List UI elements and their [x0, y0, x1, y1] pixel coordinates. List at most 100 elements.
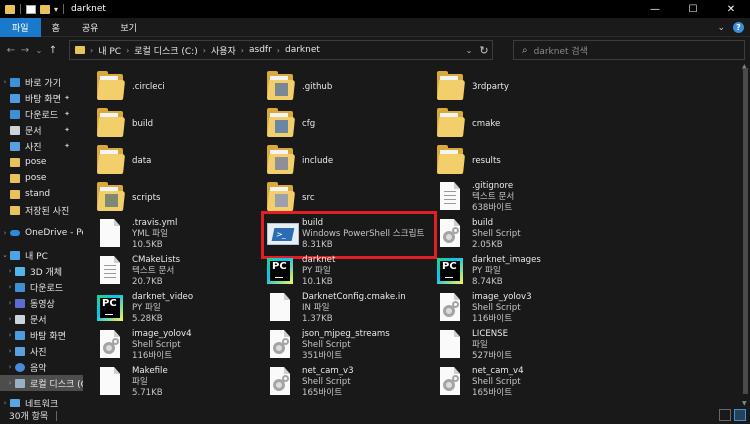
- customize-toolbar-icon[interactable]: ▾: [54, 5, 58, 14]
- sidebar-item-documents[interactable]: 문서 ✦: [0, 122, 83, 138]
- file-item[interactable]: image_yolov3 Shell Script 116바이트: [427, 291, 597, 327]
- file-item[interactable]: results: [427, 143, 597, 179]
- file-item[interactable]: CMakeLists 텍스트 문서 20.7KB: [87, 254, 257, 290]
- scroll-down-icon[interactable]: ▼: [742, 400, 747, 407]
- sidebar-item-local-disk[interactable]: › 로컬 디스크 (C:): [0, 375, 83, 391]
- file-item[interactable]: >_ build Windows PowerShell 스크립트 8.31KB: [257, 217, 427, 253]
- file-item[interactable]: cfg: [257, 106, 427, 142]
- expand-ribbon-icon[interactable]: ⌄: [717, 23, 725, 33]
- file-item[interactable]: scripts: [87, 180, 257, 216]
- view-toggle: [719, 409, 746, 421]
- file-type: 파일: [472, 340, 488, 350]
- file-item[interactable]: Makefile 파일 5.71KB: [87, 365, 257, 401]
- close-button[interactable]: ✕: [712, 0, 750, 18]
- sidebar-item-3d-objects[interactable]: › 3D 개체: [0, 263, 83, 279]
- tab-file[interactable]: 파일: [0, 17, 41, 37]
- sidebar-item-videos[interactable]: › 동영상: [0, 295, 83, 311]
- sidebar-item-music[interactable]: › 음악: [0, 359, 83, 375]
- chevron-right-icon[interactable]: ›: [5, 299, 15, 307]
- tab-view[interactable]: 보기: [109, 18, 148, 37]
- chevron-right-icon[interactable]: ›: [5, 315, 15, 323]
- breadcrumb-separator[interactable]: ›: [126, 46, 129, 55]
- sidebar-item-onedrive[interactable]: › OneDrive - Personal: [0, 225, 83, 241]
- breadcrumb-item[interactable]: 내 PC: [98, 44, 121, 57]
- details-view-button[interactable]: [719, 409, 731, 421]
- file-item[interactable]: net_cam_v4 Shell Script 165바이트: [427, 365, 597, 401]
- sidebar-item-downloads-pc[interactable]: › 다운로드: [0, 279, 83, 295]
- file-item[interactable]: .circleci: [87, 69, 257, 105]
- sidebar-item-pose[interactable]: pose: [0, 154, 83, 170]
- breadcrumb-item[interactable]: 사용자: [211, 44, 236, 57]
- sidebar-item-saved-pictures[interactable]: 저장된 사진: [0, 202, 83, 218]
- sidebar-item-downloads[interactable]: 다운로드 ✦: [0, 106, 83, 122]
- back-button[interactable]: ←: [4, 41, 18, 61]
- scrollbar-thumb[interactable]: [743, 68, 748, 394]
- breadcrumb-item[interactable]: darknet: [285, 45, 320, 55]
- search-input[interactable]: ⌕ darknet 검색: [513, 40, 745, 60]
- file-info: json_mjpeg_streams Shell Script 351바이트: [302, 329, 432, 362]
- minimize-button[interactable]: —: [636, 0, 674, 18]
- sidebar-item-network[interactable]: › 네트워크: [0, 395, 83, 407]
- refresh-button[interactable]: ↻: [476, 44, 492, 57]
- sidebar-item-desktop[interactable]: 바탕 화면 ✦: [0, 90, 83, 106]
- file-item[interactable]: .travis.yml YML 파일 10.5KB: [87, 217, 257, 253]
- sidebar-item-pictures[interactable]: 사진 ✦: [0, 138, 83, 154]
- file-type: PY 파일: [302, 266, 331, 276]
- tab-share[interactable]: 공유: [71, 18, 110, 37]
- file-item[interactable]: include: [257, 143, 427, 179]
- sidebar-item-pictures-pc[interactable]: › 사진: [0, 343, 83, 359]
- chevron-right-icon[interactable]: ›: [5, 363, 15, 371]
- chevron-right-icon[interactable]: ›: [5, 331, 15, 339]
- chevron-right-icon[interactable]: ›: [0, 229, 10, 237]
- breadcrumb-item[interactable]: 로컬 디스크 (C:): [134, 44, 197, 57]
- file-item[interactable]: json_mjpeg_streams Shell Script 351바이트: [257, 328, 427, 364]
- folder-icon[interactable]: [5, 4, 15, 14]
- file-item[interactable]: cmake: [427, 106, 597, 142]
- large-icons-view-button[interactable]: [734, 409, 746, 421]
- chevron-right-icon[interactable]: ›: [5, 379, 15, 387]
- new-folder-icon[interactable]: [40, 4, 50, 14]
- tab-home[interactable]: 홈: [41, 18, 71, 37]
- file-item[interactable]: .github: [257, 69, 427, 105]
- file-item[interactable]: build: [87, 106, 257, 142]
- chevron-down-icon[interactable]: ⌄: [0, 251, 10, 259]
- breadcrumb-item[interactable]: asdfr: [249, 45, 272, 55]
- file-item[interactable]: net_cam_v3 Shell Script 165바이트: [257, 365, 427, 401]
- sidebar-item-stand[interactable]: stand: [0, 186, 83, 202]
- file-item[interactable]: PC darknet PY 파일 10.1KB: [257, 254, 427, 290]
- address-history-dropdown[interactable]: ⌄: [462, 46, 476, 55]
- file-item[interactable]: PC darknet_images PY 파일 8.74KB: [427, 254, 597, 290]
- sidebar-item-documents-pc[interactable]: › 문서: [0, 311, 83, 327]
- properties-icon[interactable]: [26, 4, 36, 14]
- breadcrumb-separator[interactable]: ›: [241, 46, 244, 55]
- file-item[interactable]: data: [87, 143, 257, 179]
- maximize-button[interactable]: ☐: [674, 0, 712, 18]
- address-bar[interactable]: › 내 PC › 로컬 디스크 (C:) › 사용자 › asdfr › dar…: [69, 40, 493, 60]
- file-item[interactable]: src: [257, 180, 427, 216]
- breadcrumb-separator[interactable]: ›: [277, 46, 280, 55]
- breadcrumb-separator[interactable]: ›: [90, 46, 93, 55]
- file-item[interactable]: LICENSE 파일 527바이트: [427, 328, 597, 364]
- up-button[interactable]: ↑: [46, 41, 60, 61]
- file-item[interactable]: PC darknet_video PY 파일 5.28KB: [87, 291, 257, 327]
- sidebar-item-quick-access[interactable]: › 바로 가기: [0, 74, 83, 90]
- chevron-right-icon[interactable]: ›: [5, 347, 15, 355]
- file-item[interactable]: DarknetConfig.cmake.in IN 파일 1.37KB: [257, 291, 427, 327]
- chevron-right-icon[interactable]: ›: [0, 399, 10, 407]
- content-scrollbar[interactable]: ▲ ▼: [741, 63, 750, 407]
- chevron-right-icon[interactable]: ›: [0, 78, 10, 86]
- breadcrumb-separator[interactable]: ›: [203, 46, 206, 55]
- sidebar-item-pose-2[interactable]: pose: [0, 170, 83, 186]
- sidebar-item-this-pc[interactable]: ⌄ 내 PC: [0, 247, 83, 263]
- document-icon: [15, 314, 25, 324]
- help-icon[interactable]: ?: [733, 22, 744, 33]
- file-item[interactable]: .gitignore 텍스트 문서 638바이트: [427, 180, 597, 216]
- chevron-right-icon[interactable]: ›: [5, 267, 15, 275]
- forward-button[interactable]: →: [18, 41, 32, 61]
- file-item[interactable]: build Shell Script 2.05KB: [427, 217, 597, 253]
- file-item[interactable]: image_yolov4 Shell Script 116바이트: [87, 328, 257, 364]
- chevron-right-icon[interactable]: ›: [5, 283, 15, 291]
- file-item[interactable]: 3rdparty: [427, 69, 597, 105]
- recent-locations-button[interactable]: ⌄: [32, 41, 46, 61]
- sidebar-item-desktop-pc[interactable]: › 바탕 화면: [0, 327, 83, 343]
